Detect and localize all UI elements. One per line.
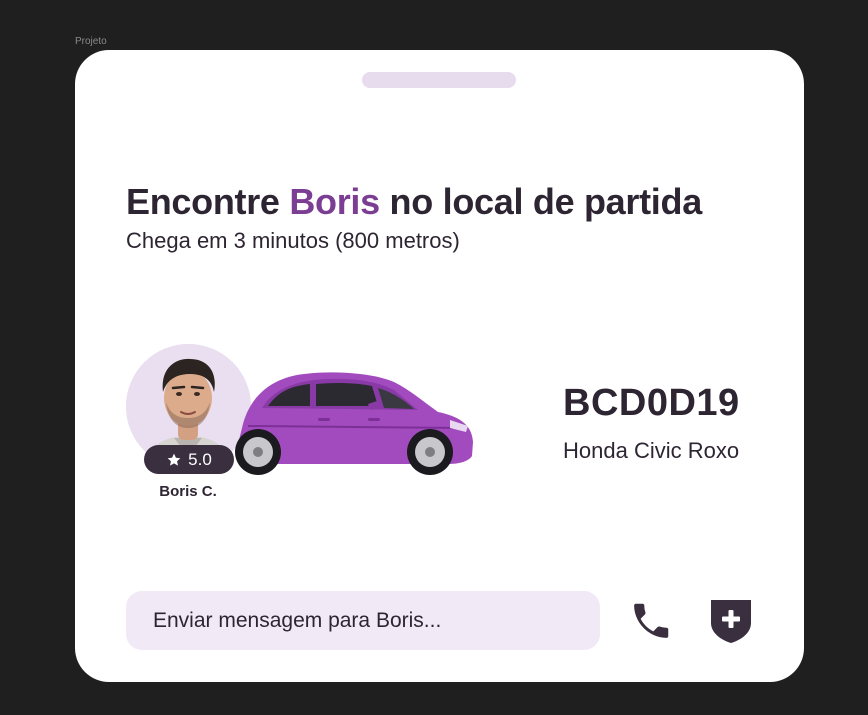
safety-button[interactable] [707, 596, 755, 646]
headline-driver-name: Boris [289, 181, 380, 222]
vehicle-model: Honda Civic Roxo [563, 438, 740, 463]
license-plate: BCD0D19 [563, 382, 740, 424]
star-icon [167, 453, 181, 466]
message-input[interactable]: Enviar mensagem para Boris... [126, 591, 600, 650]
rating-badge: 5.0 [144, 445, 234, 474]
page-title: Encontre Boris no local de partida [126, 181, 702, 223]
message-placeholder: Enviar mensagem para Boris... [153, 608, 442, 632]
ride-card: Encontre Boris no local de partida Chega… [75, 50, 804, 682]
car-image [235, 372, 473, 475]
frame-label: Projeto [75, 36, 107, 47]
arrival-info: Chega em 3 minutos (800 metros) [126, 228, 460, 253]
headline-suffix: no local de partida [379, 181, 703, 222]
shield-plus-icon [711, 600, 751, 643]
rating-value: 5.0 [188, 449, 212, 469]
phone-icon [634, 603, 669, 638]
call-button[interactable] [626, 596, 676, 646]
headline-prefix: Encontre [126, 181, 290, 222]
driver-name: Boris C. [159, 483, 217, 500]
drag-handle[interactable] [362, 72, 516, 88]
